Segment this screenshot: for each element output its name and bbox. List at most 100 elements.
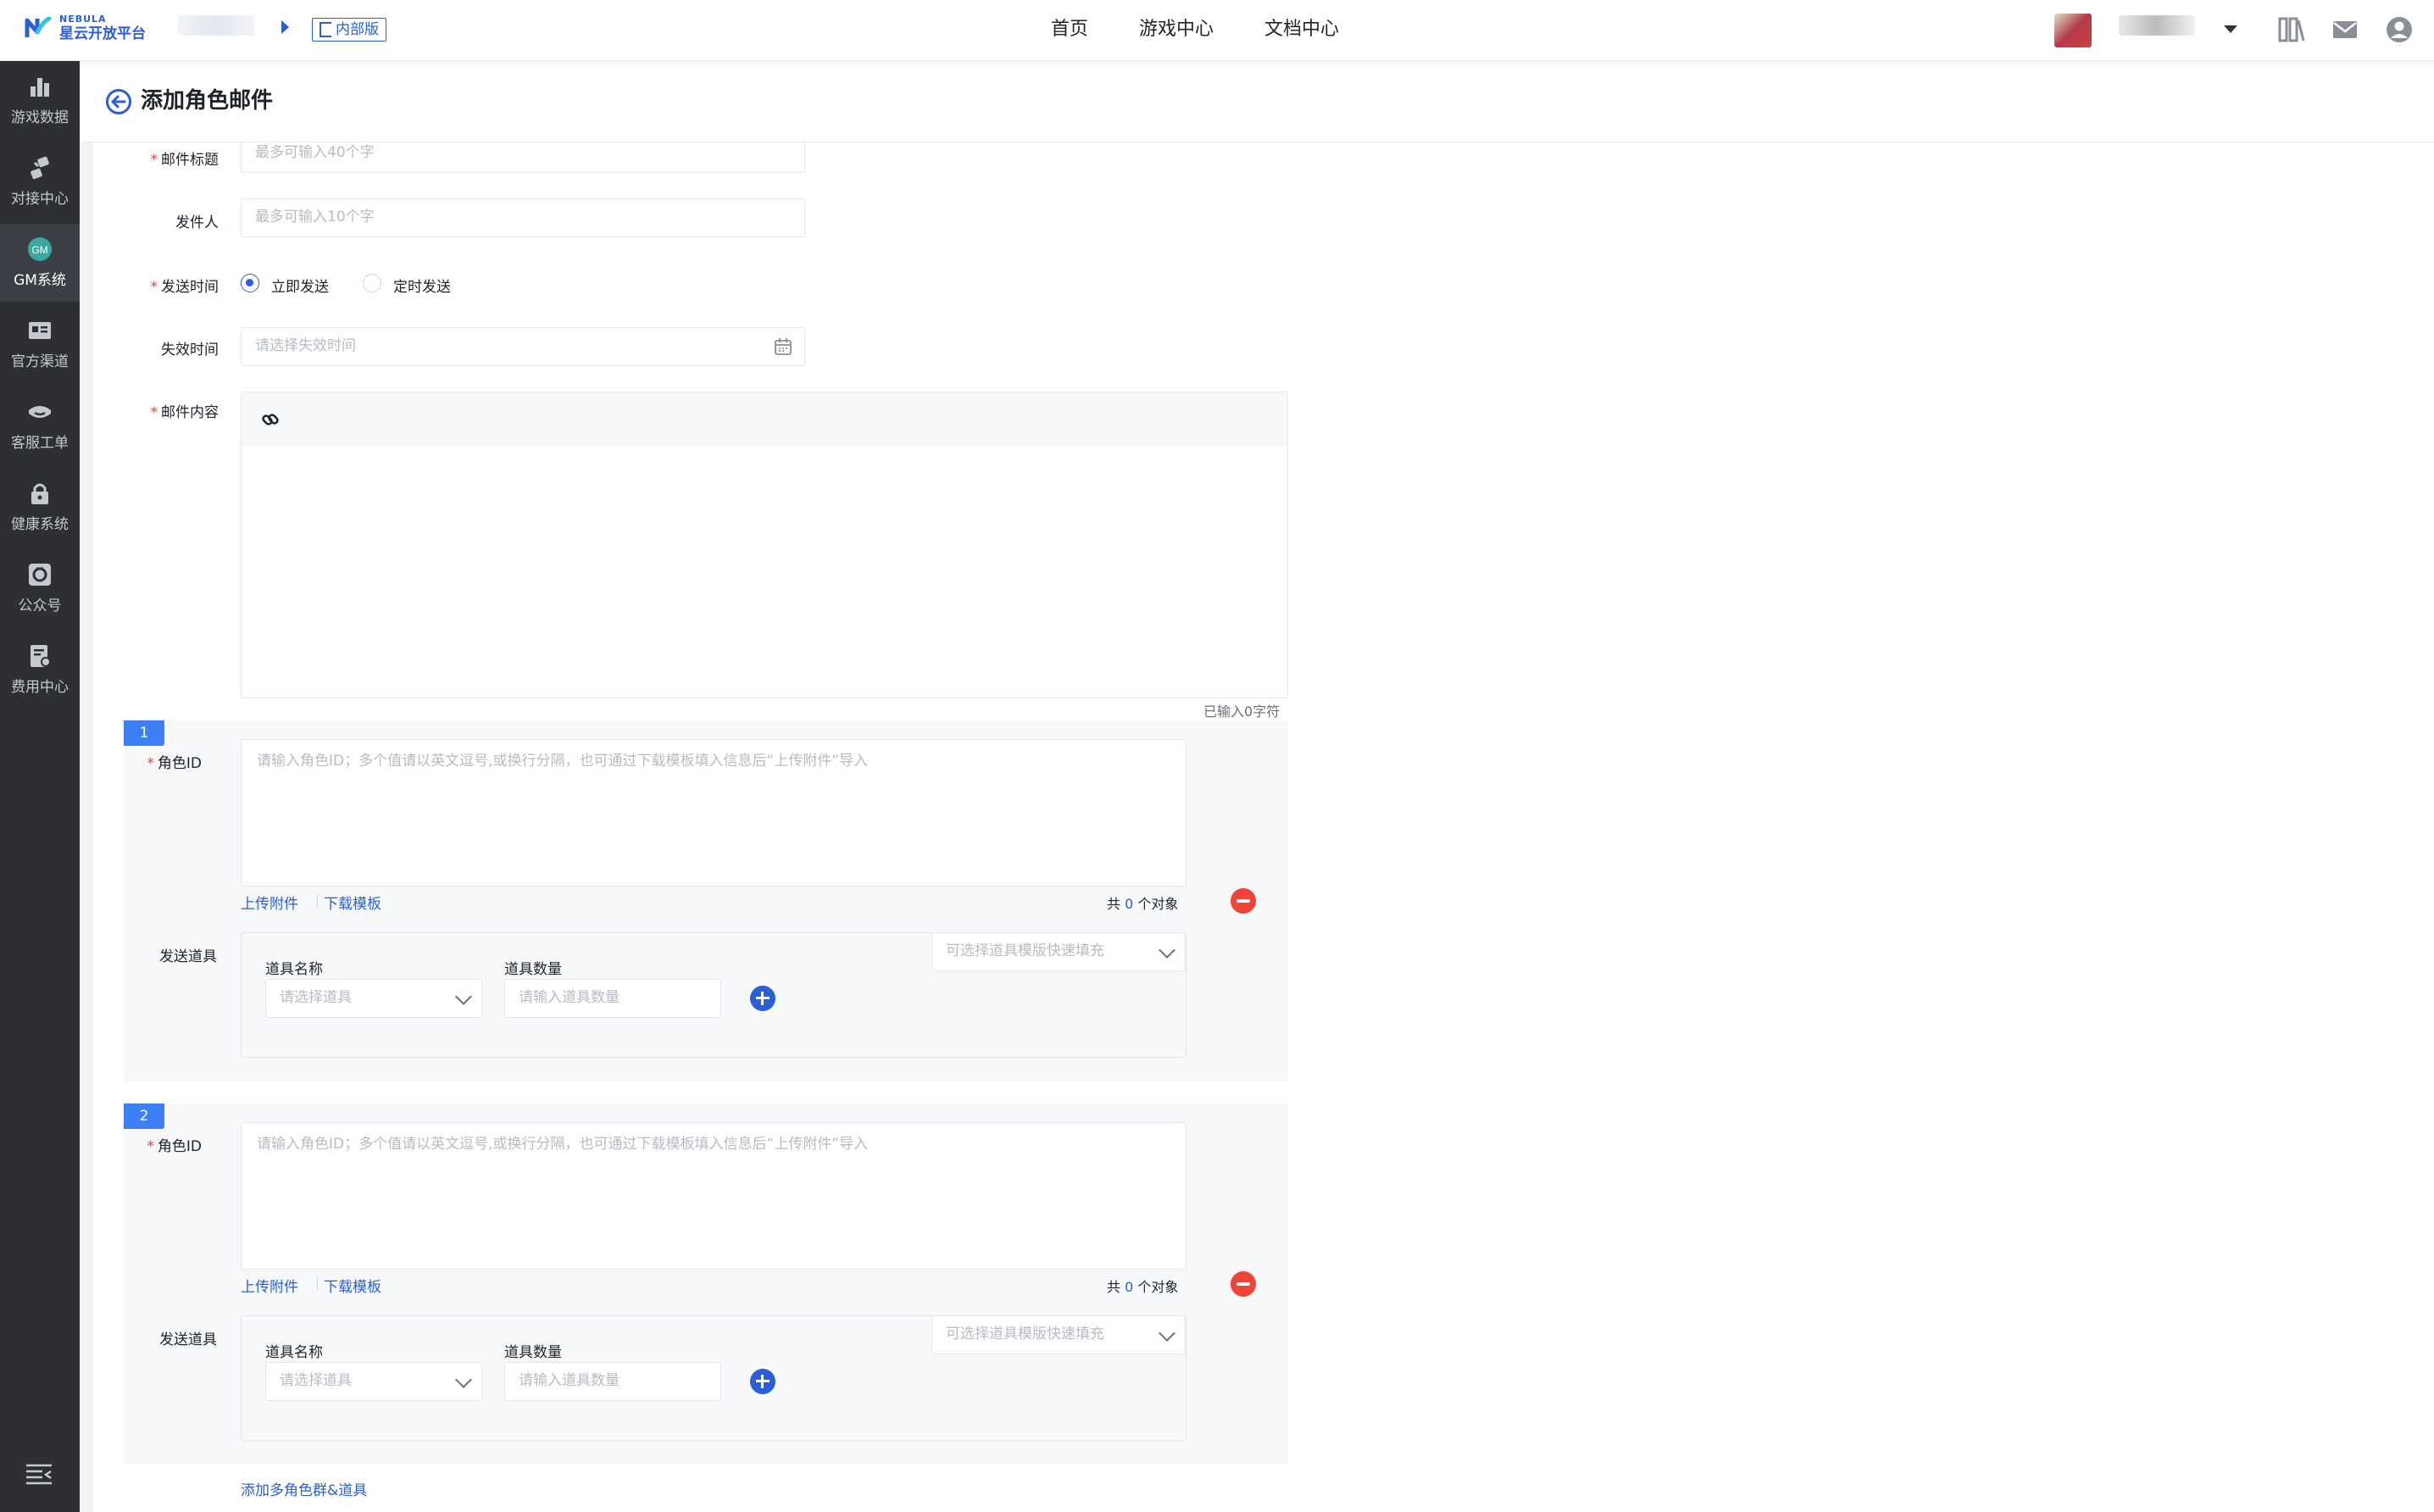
page-title: 添加角色邮件: [141, 88, 274, 114]
radio-scheduled[interactable]: [363, 274, 381, 292]
item-name-label: 道具名称: [265, 961, 323, 978]
gm-badge-icon: GM: [28, 237, 52, 261]
sidebar-item-gm-system[interactable]: GM GM系统: [0, 224, 80, 302]
collapse-sidebar-icon[interactable]: [24, 1461, 54, 1488]
page-header: 添加角色邮件: [80, 61, 2434, 142]
version-tag: 内部版: [312, 18, 386, 42]
item-name-select[interactable]: 请选择道具: [265, 979, 482, 1018]
send-time-label-text: 发送时间: [161, 279, 219, 296]
required-mark: *: [150, 152, 158, 169]
gm-badge-text: GM: [31, 244, 47, 256]
link-icon[interactable]: [260, 409, 281, 430]
object-count-suffix: 个对象: [1137, 1279, 1179, 1295]
platform-logo[interactable]: NEBULA 星云开放平台: [24, 14, 146, 42]
role-id-label: * 角色ID: [124, 1134, 202, 1155]
sender-label-text: 发件人: [175, 214, 219, 231]
download-template-link[interactable]: 下载模板: [324, 892, 381, 913]
prop-template-select[interactable]: 可选择道具模版快速填充: [931, 932, 1186, 971]
nebula-logo-icon: [25, 16, 52, 37]
remove-group-button[interactable]: [1231, 1271, 1256, 1297]
expire-label: 失效时间: [93, 337, 219, 359]
editor-toolbar: [242, 392, 1287, 445]
item-qty-label: 道具数量: [504, 1344, 562, 1361]
remove-group-button[interactable]: [1231, 888, 1256, 914]
content-char-counter: 已输入0字符: [1203, 703, 1281, 720]
sidebar-item-label: 公众号: [18, 598, 62, 614]
role-id-textarea[interactable]: 请输入角色ID；多个值请以英文逗号,或换行分隔，也可通过下载模板填入信息后“上传…: [241, 739, 1186, 887]
sender-input[interactable]: 最多可输入10个字: [241, 198, 805, 237]
sidebar-item-label: 费用中心: [11, 679, 69, 696]
sidebar-item-label: 对接中心: [11, 191, 69, 208]
role-id-textarea[interactable]: 请输入角色ID；多个值请以英文逗号,或换行分隔，也可通过下载模板填入信息后“上传…: [241, 1122, 1186, 1270]
sidebar: 游戏数据 对接中心 GM GM系统 官方渠道 客服工单 健康系统 公众号 费用中…: [0, 61, 80, 1512]
sidebar-item-billing[interactable]: 费用中心: [0, 631, 80, 709]
upload-attachment-link[interactable]: 上传附件: [241, 1275, 298, 1296]
nav-doc-center[interactable]: 文档中心: [1264, 0, 1339, 61]
id-card-icon: [29, 322, 51, 339]
role-group-2: 2 * 角色ID 请输入角色ID；多个值请以英文逗号,或换行分隔，也可通过下载模板…: [124, 1103, 1288, 1465]
item-qty-input[interactable]: 请输入道具数量: [504, 979, 721, 1018]
expire-date-picker[interactable]: 请选择失效时间: [241, 327, 805, 366]
nav-game-center[interactable]: 游戏中心: [1139, 0, 1214, 61]
lock-icon: [31, 483, 48, 504]
expire-placeholder: 请选择失效时间: [255, 337, 356, 354]
object-count: 共 0 个对象: [1107, 1276, 1178, 1296]
logo-text-en: NEBULA: [59, 14, 107, 25]
required-mark: *: [147, 1138, 154, 1155]
back-arrow-icon[interactable]: [105, 88, 132, 115]
account-icon[interactable]: [2385, 15, 2414, 44]
bill-icon: [31, 645, 51, 667]
object-count-value: 0: [1125, 1279, 1134, 1295]
sidebar-item-official-channel[interactable]: 官方渠道: [0, 305, 80, 383]
sidebar-item-label: GM系统: [14, 272, 66, 289]
item-qty-input[interactable]: 请输入道具数量: [504, 1362, 721, 1401]
send-props-label-text: 发送道具: [159, 948, 217, 965]
item-name-select[interactable]: 请选择道具: [265, 1362, 482, 1401]
mail-icon[interactable]: [2331, 15, 2359, 44]
object-count-prefix: 共: [1107, 896, 1121, 912]
blurred-username[interactable]: [2119, 15, 2195, 36]
add-role-group-link[interactable]: 添加多角色群&道具: [241, 1478, 367, 1499]
add-item-button[interactable]: [750, 1369, 775, 1394]
object-count: 共 0 个对象: [1107, 892, 1178, 913]
prop-template-select[interactable]: 可选择道具模版快速填充: [931, 1315, 1186, 1354]
role-group-1: 1 * 角色ID 请输入角色ID；多个值请以英文逗号,或换行分隔，也可通过下载模板…: [124, 720, 1288, 1081]
sidebar-item-health-system[interactable]: 健康系统: [0, 468, 80, 546]
official-account-icon: [29, 564, 51, 586]
form-content: * 邮件标题 最多可输入40个字 发件人 最多可输入10个字 * 发送时间 立即发送…: [93, 134, 2434, 1512]
item-name-placeholder: 请选择道具: [280, 989, 352, 1006]
props-panel: 可选择道具模版快速填充 道具名称 道具数量 请选择道具 请输入道具数量: [241, 932, 1186, 1058]
docs-icon[interactable]: [2276, 15, 2305, 44]
sidebar-item-official-account[interactable]: 公众号: [0, 549, 80, 627]
sidebar-item-integration[interactable]: 对接中心: [0, 142, 80, 220]
send-props-label-text: 发送道具: [159, 1331, 217, 1348]
content-label: * 邮件内容: [93, 400, 220, 421]
radio-send-now[interactable]: [241, 274, 259, 292]
download-template-link[interactable]: 下载模板: [324, 1275, 381, 1296]
chevron-down-icon: [1159, 1325, 1175, 1342]
mail-content-editor[interactable]: [241, 392, 1288, 698]
add-item-button[interactable]: [750, 986, 775, 1011]
breadcrumb-arrow-icon: [281, 20, 289, 34]
object-count-value: 0: [1125, 896, 1134, 912]
upload-attachment-link[interactable]: 上传附件: [241, 892, 298, 913]
prop-template-placeholder: 可选择道具模版快速填充: [946, 1326, 1104, 1342]
user-menu-caret-icon[interactable]: [2224, 25, 2237, 33]
radio-scheduled-label[interactable]: 定时发送: [393, 275, 451, 296]
chevron-down-icon: [455, 1371, 472, 1388]
nav-home[interactable]: 首页: [1051, 0, 1088, 61]
required-mark: *: [150, 279, 158, 296]
radio-send-now-label[interactable]: 立即发送: [271, 275, 329, 296]
expire-label-text: 失效时间: [161, 342, 219, 359]
calendar-icon: [775, 338, 792, 355]
sidebar-item-label: 客服工单: [11, 435, 69, 452]
sidebar-item-game-data[interactable]: 游戏数据: [0, 61, 80, 139]
bar-chart-icon: [31, 78, 49, 97]
subject-label-text: 邮件标题: [161, 152, 219, 169]
main-nav: 首页 游戏中心 文档中心: [1051, 0, 1390, 61]
object-count-prefix: 共: [1107, 1279, 1121, 1295]
user-avatar[interactable]: [2054, 14, 2092, 47]
content-label-text: 邮件内容: [161, 404, 219, 421]
required-mark: *: [150, 404, 158, 421]
sidebar-item-support-ticket[interactable]: 客服工单: [0, 386, 80, 464]
